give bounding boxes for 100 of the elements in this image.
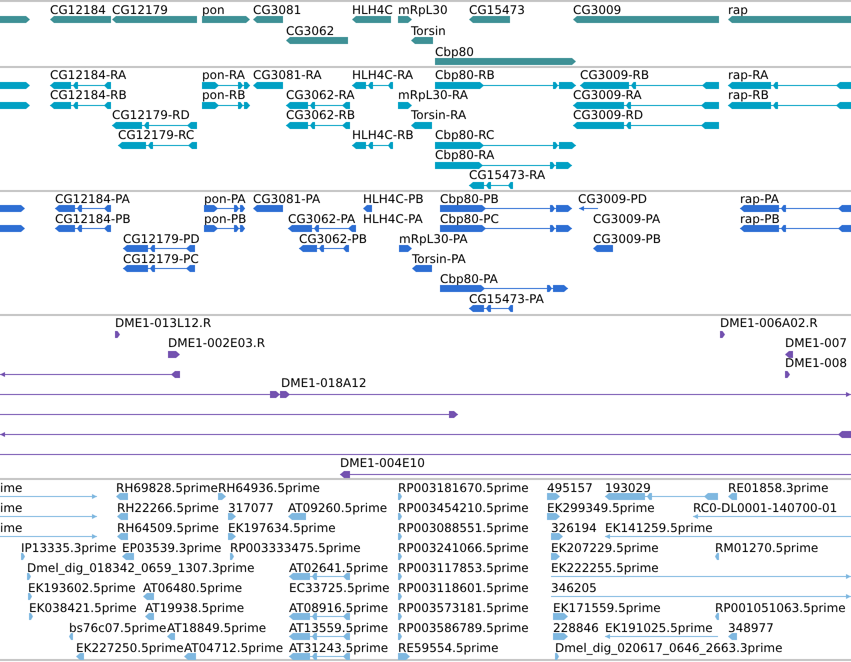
feature-label: RC0-DL0001-140700-01 [693, 501, 838, 515]
feature-label: RP003181670.5prime [398, 481, 529, 495]
feature-label: RE59554.5prime [398, 641, 498, 655]
feature-label: AT02641.5prime [289, 561, 388, 575]
feature-label: Cbp80-RA [435, 148, 494, 162]
feature-label: EK193602.5prime [28, 581, 136, 595]
feature-label: ime [0, 481, 22, 495]
feature-label: RH22266.5prime [117, 501, 219, 515]
feature-label: CG12179-PD [123, 232, 200, 246]
feature-label: CG3062-RB [286, 108, 356, 122]
feature-label: rap-PB [740, 212, 780, 226]
feature-label: CG3062-RA [286, 88, 355, 102]
feature-label: rap-RB [728, 88, 769, 102]
feature-label: DME1-004E10 [340, 456, 425, 470]
feature-label: 326194 [551, 521, 597, 535]
feature-label: mRpL30-PA [399, 232, 468, 246]
feature-label: DME1-008 [785, 356, 848, 370]
feature-label: CG3009-RD [573, 108, 644, 122]
feature-label: DME1-013L12.R [115, 316, 212, 330]
feature-label: DME1-002E03.R [168, 336, 266, 350]
feature-label: CG12184-RA [50, 68, 126, 82]
feature-label: pon-RB [202, 88, 246, 102]
feature-label: AT09260.5prime [288, 501, 388, 515]
feature-label: Torsin [411, 24, 446, 38]
feature-label: RP003088551.5prime [398, 521, 529, 535]
feature-label: CG3009-PA [593, 212, 660, 226]
feature-label: CG12179-RC [118, 128, 194, 142]
feature-label: HLH4C-RA [352, 68, 414, 82]
feature-label: AT13559.5prime [289, 621, 388, 635]
feature-label: 346205 [551, 581, 597, 595]
feature-label: CG3009-PB [593, 232, 662, 246]
feature-label: Torsin-PA [412, 252, 466, 266]
feature-label: Cbp80-RC [435, 128, 494, 142]
feature-label: pon-RA [202, 68, 245, 82]
feature-label: AT04712.5prime [184, 641, 284, 655]
feature-label: CG3009-RA [573, 88, 642, 102]
feature-label: Torsin-RA [411, 108, 466, 122]
feature-label: 193029 [605, 481, 651, 495]
feature-label: RP003241066.5prime [398, 541, 529, 555]
feature-label: RH69828.5prime [116, 481, 218, 495]
feature-label: AT31243.5prime [289, 641, 388, 655]
feature-label: EK197634.5prime [228, 521, 336, 535]
feature-label: RH64936.5prime [218, 481, 320, 495]
feature-label: Cbp80-PC [440, 212, 499, 226]
feature-label: AT08916.5prime [289, 601, 388, 615]
feature-label: mRpL30 [398, 3, 448, 17]
feature-label: RP001051063.5prime [715, 601, 846, 615]
feature-label: CG12179-RD [112, 108, 190, 122]
feature-label: CG12184-PA [55, 192, 130, 206]
feature-label: CG12179-PC [123, 252, 199, 266]
feature-label: CG3062-PB [299, 232, 368, 246]
feature-label: CG12184-PB [55, 212, 131, 226]
feature-label: EK227250.5prime [76, 641, 184, 655]
feature-label: rap-PA [740, 192, 779, 206]
feature-label: Dmel_dig_020617_0646_2663.3prime [555, 641, 783, 655]
feature-label: CG3062 [286, 24, 334, 38]
feature-label: AT19938.5prime [145, 601, 244, 615]
feature-label: CG3081 [253, 3, 302, 17]
feature-label: CG3009 [573, 3, 622, 17]
feature-label: RP003454210.5prime [398, 501, 529, 515]
feature-label: ime [0, 501, 22, 515]
feature-label: EK299349.5prime [547, 501, 655, 515]
feature-label: Cbp80-RB [435, 68, 495, 82]
feature-label: CG3081-RA [253, 68, 322, 82]
feature-label: EK207229.5prime [551, 541, 659, 555]
feature-label: EC33725.5prime [289, 581, 390, 595]
feature-label: HLH4C-PA [363, 212, 423, 226]
feature-label: mRpL30-RA [398, 88, 468, 102]
feature-label: EK038421.5prime [29, 601, 137, 615]
feature-label: RP003117853.5prime [398, 561, 529, 575]
feature-label: DME1-006A02.R [720, 316, 818, 330]
feature-label: Cbp80-PB [440, 192, 499, 206]
feature-label: CG12179 [112, 3, 168, 17]
feature-label: CG3062-PA [288, 212, 356, 226]
feature-label: HLH4C-RB [352, 128, 414, 142]
feature-label: EK141259.5prime [605, 521, 713, 535]
feature-label: EK191025.5prime [605, 621, 713, 635]
feature-label: CG15473 [469, 3, 525, 17]
feature-label: Cbp80-PA [440, 272, 498, 286]
feature-label: 317077 [228, 501, 274, 515]
feature-label: CG3009-RB [580, 68, 650, 82]
feature-label: HLH4C [352, 3, 393, 17]
feature-label: rap-RA [728, 68, 768, 82]
feature-label: RP003573181.5prime [398, 601, 529, 615]
feature-label: AT18849.5prime [167, 621, 266, 635]
feature-label: HLH4C-PB [363, 192, 424, 206]
feature-label: AT06480.5prime [143, 581, 242, 595]
feature-label: 348977 [728, 621, 774, 635]
feature-label: CG15473-RA [469, 168, 546, 182]
feature-label: rap [728, 3, 748, 17]
feature-label: CG12184-RB [50, 88, 127, 102]
feature-label: bs76c07.5prime [69, 621, 166, 635]
feature-label: pon [202, 3, 225, 17]
feature-label: CG3081-PA [253, 192, 320, 206]
feature-label: 495157 [547, 481, 593, 495]
feature-label: CG15473-PA [469, 292, 544, 306]
feature-label: RM01270.5prime [715, 541, 818, 555]
feature-label: CG3009-PD [578, 192, 648, 206]
feature-label: 228846 [553, 621, 599, 635]
feature-label: RP003586789.5prime [398, 621, 529, 635]
